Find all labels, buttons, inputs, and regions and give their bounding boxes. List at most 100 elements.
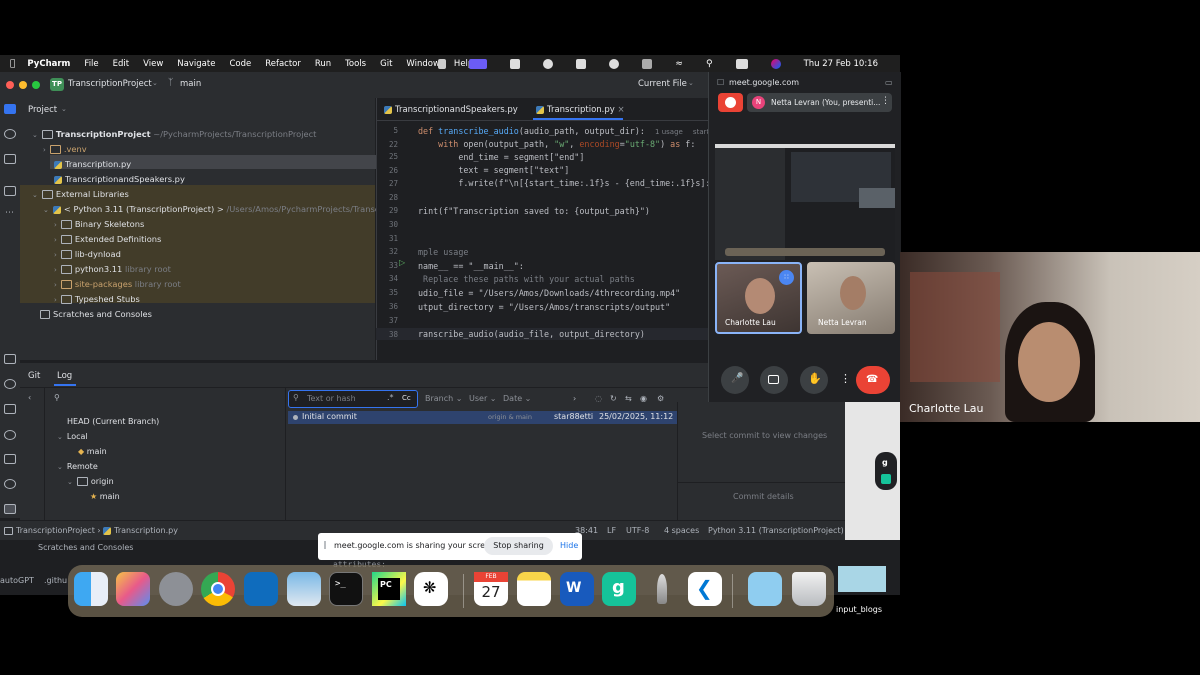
minimize-window-button[interactable] xyxy=(19,81,27,89)
rocket-icon[interactable] xyxy=(645,572,679,606)
grammarly-icon[interactable] xyxy=(438,58,447,69)
battery-icon[interactable] xyxy=(642,58,653,69)
app-menu[interactable]: PyCharm xyxy=(27,59,70,69)
settings-icon[interactable]: ⚙ xyxy=(657,394,664,403)
file-encoding[interactable]: UTF-8 xyxy=(626,526,649,535)
screen-share-icon[interactable] xyxy=(469,58,488,69)
tree-binary-skeletons[interactable]: › Binary Skeletons xyxy=(54,219,144,229)
project-panel-title[interactable]: Project xyxy=(28,105,57,115)
cherry-pick-icon[interactable]: ◌ xyxy=(595,394,602,403)
python-packages-icon[interactable] xyxy=(4,379,16,389)
menu-refactor[interactable]: Refactor xyxy=(265,59,301,69)
tree-transcription-file[interactable]: Transcription.py xyxy=(54,159,131,169)
close-window-button[interactable] xyxy=(6,81,14,89)
regex-toggle[interactable]: .* xyxy=(387,393,394,402)
project-selector[interactable]: TranscriptionProject xyxy=(68,79,152,89)
eye-icon[interactable]: ◉ xyxy=(640,394,647,403)
commit-search-input[interactable]: ⚲ Text or hash .* Cc xyxy=(288,390,418,408)
menu-git[interactable]: Git xyxy=(380,59,392,69)
camera-button[interactable] xyxy=(760,366,788,394)
git-head[interactable]: HEAD (Current Branch) xyxy=(67,417,159,426)
chatgpt-icon[interactable] xyxy=(543,58,554,69)
hide-link[interactable]: Hide xyxy=(560,541,578,550)
refresh-icon[interactable]: ↻ xyxy=(610,394,617,403)
control-center-icon[interactable] xyxy=(735,58,748,69)
display-icon[interactable] xyxy=(576,58,587,69)
line-separator[interactable]: LF xyxy=(607,526,616,535)
grammarly-widget[interactable]: g xyxy=(875,452,897,490)
commit-tool-icon[interactable] xyxy=(4,129,16,139)
more-options-icon[interactable]: ⋮ xyxy=(840,372,851,385)
tab-speakers[interactable]: TranscriptionandSpeakers.py xyxy=(384,105,518,115)
pull-requests-icon[interactable] xyxy=(4,154,16,164)
word-icon[interactable]: W xyxy=(560,572,594,606)
apple-menu-icon[interactable]:  xyxy=(10,59,15,69)
git-origin[interactable]: ⌄ origin xyxy=(67,477,114,486)
services-icon[interactable] xyxy=(4,430,16,440)
tab-log[interactable]: Log xyxy=(57,371,72,381)
tab-transcription[interactable]: Transcription.py × xyxy=(536,105,625,115)
branch-selector[interactable]: main xyxy=(180,79,201,89)
text-icon[interactable] xyxy=(510,58,521,69)
pip-icon[interactable]: ▭ xyxy=(885,78,893,87)
project-tool-icon[interactable] xyxy=(4,104,16,114)
commit-row[interactable]: Initial commit origin & main star88etti … xyxy=(288,411,678,424)
vscode-icon[interactable]: ❮ xyxy=(688,572,722,606)
menu-edit[interactable]: Edit xyxy=(113,59,129,69)
menu-file[interactable]: File xyxy=(84,59,98,69)
expand-icon[interactable]: › xyxy=(573,394,576,403)
collapse-icon[interactable]: ‹ xyxy=(28,393,31,402)
git-remote[interactable]: ⌄ Remote xyxy=(57,462,98,471)
breadcrumb[interactable]: TranscriptionProject › Transcription.py xyxy=(4,526,178,535)
presenter-chip[interactable]: N Netta Levran (You, presenti... ⋮ xyxy=(747,93,892,112)
siri-orb-icon[interactable] xyxy=(770,58,781,69)
git-origin-main[interactable]: ★ main xyxy=(90,492,120,501)
mic-button[interactable]: 🎤 xyxy=(721,366,749,394)
more-options-icon[interactable]: ⋮ xyxy=(881,96,890,106)
participant-tile-netta[interactable]: Netta Levran xyxy=(807,262,895,334)
python-interpreter[interactable]: Python 3.11 (TranscriptionProject) xyxy=(708,526,844,535)
search-icon[interactable]: ⚲ xyxy=(54,393,60,402)
leave-call-button[interactable]: ☎ xyxy=(856,366,890,394)
outlook-icon[interactable] xyxy=(244,572,278,606)
downloads-folder-icon[interactable] xyxy=(748,572,782,606)
terminal-icon[interactable]: >_ xyxy=(329,572,363,606)
problems-icon[interactable] xyxy=(4,479,16,489)
more-tools-icon[interactable]: ⋯ xyxy=(5,208,14,218)
recording-button[interactable] xyxy=(718,93,743,112)
pycharm-icon[interactable]: PC xyxy=(372,572,406,606)
terminal-icon[interactable] xyxy=(4,454,16,464)
tab-git[interactable]: Git xyxy=(28,371,40,381)
todo-icon[interactable] xyxy=(4,354,16,364)
run-config-selector[interactable]: Current File xyxy=(638,79,687,89)
siri-icon[interactable] xyxy=(609,58,620,69)
menu-navigate[interactable]: Navigate xyxy=(177,59,215,69)
tree-speakers-file[interactable]: TranscriptionandSpeakers.py xyxy=(54,174,185,184)
wifi-icon[interactable]: ≈ xyxy=(675,59,683,69)
tree-python-sdk[interactable]: ⌄ < Python 3.11 (TranscriptionProject) > … xyxy=(43,204,394,214)
layers-icon[interactable] xyxy=(4,404,16,414)
tree-python311[interactable]: › python3.11 library root xyxy=(54,264,171,274)
search-icon[interactable]: ⚲ xyxy=(706,59,713,69)
notes-icon[interactable] xyxy=(517,572,551,606)
launchpad-icon[interactable] xyxy=(116,572,150,606)
git-local[interactable]: ⌄ Local xyxy=(57,432,88,441)
stop-sharing-button[interactable]: Stop sharing xyxy=(484,537,553,555)
finder-icon[interactable] xyxy=(74,572,108,606)
date-filter[interactable]: Date ⌄ xyxy=(503,394,531,403)
grammarly-app-icon[interactable]: g xyxy=(602,572,636,606)
toggle-icon[interactable]: ⇆ xyxy=(625,394,632,403)
menu-tools[interactable]: Tools xyxy=(345,59,366,69)
raise-hand-button[interactable]: ✋ xyxy=(800,366,828,394)
match-case-toggle[interactable]: Cc xyxy=(402,394,411,402)
git-tool-icon[interactable] xyxy=(4,504,16,514)
zoom-window-button[interactable] xyxy=(32,81,40,89)
calendar-icon[interactable]: FEB 27 xyxy=(474,572,508,606)
tree-external-libraries[interactable]: ⌄ External Libraries xyxy=(32,189,129,199)
git-local-main[interactable]: ◆ main xyxy=(78,447,107,456)
tree-root[interactable]: ⌄ TranscriptionProject ~/PycharmProjects/… xyxy=(32,129,316,139)
menu-run[interactable]: Run xyxy=(315,59,331,69)
indent-setting[interactable]: 4 spaces xyxy=(664,526,699,535)
system-settings-icon[interactable] xyxy=(159,572,193,606)
user-filter[interactable]: User ⌄ xyxy=(469,394,496,403)
